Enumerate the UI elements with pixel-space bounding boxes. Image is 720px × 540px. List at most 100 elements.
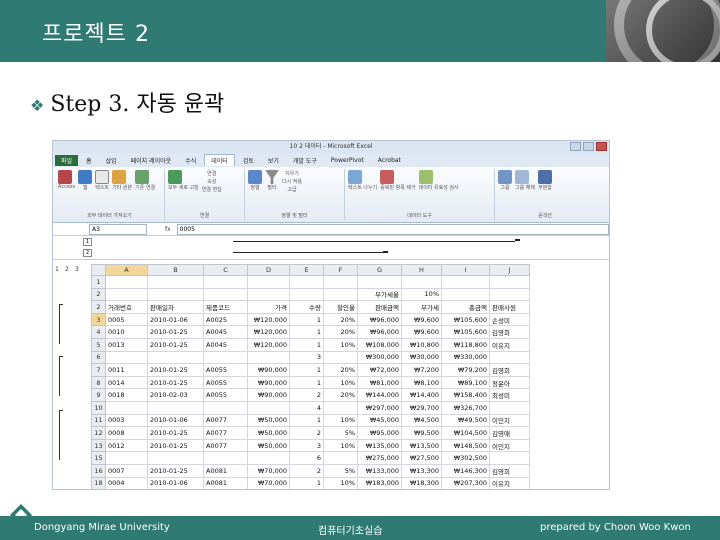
sheet-cell[interactable]: ₩14,400 (401, 388, 442, 402)
sheet-cell[interactable]: 1 (289, 312, 324, 327)
sheet-cell[interactable]: 2010-01-06 (147, 476, 204, 489)
sheet-cell[interactable]: 0010 (105, 325, 148, 339)
sheet-cell[interactable]: 4 (289, 400, 324, 415)
sheet-cell[interactable]: A0077 (203, 413, 248, 428)
sheet-cell[interactable]: 판매일자 (147, 300, 204, 314)
sheet-cell[interactable]: 10% (323, 337, 358, 352)
sheet-cell[interactable]: ₩135,000 (357, 438, 402, 453)
sheet-cell[interactable]: 2 (289, 463, 324, 478)
sheet-cell[interactable]: ₩104,500 (441, 426, 490, 440)
sheet-cell[interactable]: 0013 (105, 337, 148, 352)
web-button[interactable]: 웹 (78, 170, 93, 191)
sheet-cell[interactable]: 2010-01-06 (147, 413, 204, 428)
sheet-cell[interactable]: A0077 (203, 438, 248, 453)
sheet-cell[interactable]: 2010-01-25 (147, 438, 204, 453)
sheet-cell[interactable] (323, 350, 358, 365)
column-header-a[interactable]: A (105, 264, 148, 276)
sheet-cell[interactable]: ₩30,000 (401, 350, 442, 365)
sheet-cell[interactable]: A0081 (203, 476, 248, 489)
edit-links-button[interactable]: 연결 편집 (202, 186, 222, 193)
sheet-cell[interactable] (357, 275, 402, 289)
sheet-cell[interactable]: 최성미 (489, 388, 530, 402)
sheet-cell[interactable]: ₩49,500 (441, 413, 490, 428)
sheet-cell[interactable]: ₩13,300 (401, 463, 442, 478)
collapse-icon[interactable] (383, 251, 388, 253)
sheet-cell[interactable] (105, 451, 148, 465)
sheet-cell[interactable]: 2010-01-25 (147, 325, 204, 339)
sheet-cell[interactable] (247, 275, 290, 289)
sheet-cell[interactable]: 김영희 (489, 325, 530, 339)
row-header[interactable]: 9 (91, 388, 106, 402)
sheet-cell[interactable]: ₩9,600 (401, 325, 442, 339)
sheet-cell[interactable]: ₩18,300 (401, 476, 442, 489)
sheet-cell[interactable]: ₩81,000 (357, 375, 402, 390)
sheet-cell[interactable]: ₩105,600 (441, 325, 490, 339)
column-header-e[interactable]: E (289, 264, 324, 276)
sheet-cell[interactable]: 2 (289, 388, 324, 402)
sheet-cell[interactable]: ₩90,000 (247, 363, 290, 377)
text-button[interactable]: 텍스트 (95, 170, 110, 191)
formula-input[interactable]: 0005 (176, 223, 609, 235)
tab-review[interactable]: 검토 (237, 155, 260, 166)
sheet-cell[interactable]: ₩45,000 (357, 413, 402, 428)
row-outline-level-3[interactable]: 3 (75, 266, 79, 273)
sheet-cell[interactable]: ₩90,000 (247, 375, 290, 390)
tab-data[interactable]: 데이터 (204, 154, 235, 166)
sheet-cell[interactable]: ₩120,000 (247, 337, 290, 352)
row-outline-level-2[interactable]: 2 (65, 266, 69, 273)
reapply-button[interactable]: 다시 적용 (282, 178, 302, 185)
advanced-button[interactable]: 고급 (282, 186, 302, 193)
sheet-cell[interactable]: A0077 (203, 426, 248, 440)
sheet-cell[interactable] (247, 287, 290, 302)
column-outline-level-2[interactable]: 2 (83, 249, 92, 257)
sheet-cell[interactable]: ₩7,200 (401, 363, 442, 377)
sort-button[interactable]: 정렬 (248, 170, 262, 191)
sheet-cell[interactable]: 1 (289, 363, 324, 377)
name-box[interactable]: A3 (89, 223, 147, 235)
sheet-cell[interactable] (489, 350, 530, 365)
sheet-cell[interactable]: 2010-01-25 (147, 426, 204, 440)
sheet-cell[interactable]: A0045 (203, 337, 248, 352)
row-header[interactable]: 6 (91, 350, 106, 365)
sheet-cell[interactable]: 김영희 (489, 363, 530, 377)
sheet-cell[interactable] (323, 287, 358, 302)
sheet-cell[interactable] (401, 275, 442, 289)
sheet-cell[interactable]: 2010-01-25 (147, 337, 204, 352)
sheet-cell[interactable]: A0055 (203, 363, 248, 377)
sheet-cell[interactable]: 2 (289, 426, 324, 440)
sheet-cell[interactable]: ₩90,000 (247, 388, 290, 402)
row-header[interactable]: 15 (91, 451, 106, 465)
tab-view[interactable]: 보기 (262, 155, 285, 166)
sheet-cell[interactable]: 거래번호 (105, 300, 148, 314)
sheet-cell[interactable] (323, 275, 358, 289)
sheet-cell[interactable]: ₩207,300 (441, 476, 490, 489)
tab-home[interactable]: 홈 (80, 155, 98, 166)
sheet-cell[interactable] (105, 400, 148, 415)
sheet-cell[interactable]: 김영애 (489, 426, 530, 440)
sheet-cell[interactable]: 김영희 (489, 463, 530, 478)
sheet-cell[interactable] (147, 287, 204, 302)
sheet-cell[interactable]: 0007 (105, 463, 148, 478)
sheet-cell[interactable]: 10% (401, 287, 442, 302)
sheet-cell[interactable]: 10% (323, 476, 358, 489)
connections-button[interactable]: 연결 (202, 170, 222, 177)
sheet-cell[interactable] (247, 400, 290, 415)
sheet-cell[interactable]: ₩50,000 (247, 438, 290, 453)
row-header[interactable]: 11 (91, 413, 106, 428)
sheet-cell[interactable]: 10% (323, 375, 358, 390)
sheet-cell[interactable]: 총금액 (441, 300, 490, 314)
sheet-cell[interactable]: ₩297,000 (357, 400, 402, 415)
maximize-button[interactable] (583, 142, 594, 151)
sheet-cell[interactable]: 부가세율 (357, 287, 402, 302)
sheet-cell[interactable]: 1 (289, 375, 324, 390)
row-header[interactable]: 2 (91, 287, 106, 302)
sheet-cell[interactable]: ₩50,000 (247, 413, 290, 428)
sheet-cell[interactable]: 판매금액 (357, 300, 402, 314)
row-header[interactable]: 13 (91, 438, 106, 453)
access-button[interactable]: Access (58, 170, 75, 190)
column-header-b[interactable]: B (147, 264, 204, 276)
sheet-cell[interactable]: ₩72,000 (357, 363, 402, 377)
column-header-f[interactable]: F (323, 264, 358, 276)
sheet-cell[interactable]: 0014 (105, 375, 148, 390)
clear-filter-button[interactable]: 지우기 (282, 170, 302, 177)
